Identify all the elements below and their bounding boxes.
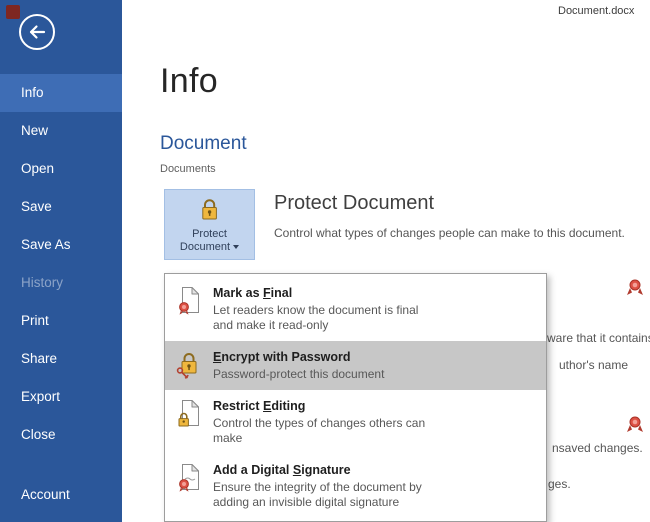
word-backstage-info: Document.docx Info New Open Save Save As… bbox=[0, 0, 650, 522]
menu-item-mark-as-final[interactable]: Mark as Final Let readers know the docum… bbox=[165, 277, 546, 341]
menu-item-description: Control the types of changes others can … bbox=[213, 416, 438, 446]
protect-document-button[interactable]: Protect Document bbox=[164, 189, 255, 260]
menu-item-description: Let readers know the document is final a… bbox=[213, 303, 438, 333]
sidebar-item-info[interactable]: Info bbox=[0, 74, 122, 112]
protect-section-title: Protect Document bbox=[274, 192, 434, 215]
sidebar-item-account[interactable]: Account bbox=[0, 476, 122, 514]
seal-icon-partial bbox=[627, 278, 643, 301]
menu-item-title: Encrypt with Password bbox=[213, 349, 384, 365]
menu-item-add-digital-signature[interactable]: Add a Digital Signature Ensure the integ… bbox=[165, 454, 546, 518]
sidebar-item-new[interactable]: New bbox=[0, 112, 122, 150]
encrypt-with-password-icon bbox=[174, 349, 204, 379]
back-button[interactable] bbox=[17, 12, 57, 52]
menu-item-description: Ensure the integrity of the document by … bbox=[213, 480, 459, 510]
protect-document-menu: Mark as Final Let readers know the docum… bbox=[164, 273, 547, 522]
menu-item-encrypt-with-password[interactable]: Encrypt with Password Password-protect t… bbox=[165, 341, 546, 390]
sidebar-item-save-as[interactable]: Save As bbox=[0, 226, 122, 264]
sidebar-item-history: History bbox=[0, 264, 122, 302]
back-arrow-icon bbox=[17, 12, 57, 52]
menu-item-restrict-editing[interactable]: Restrict Editing Control the types of ch… bbox=[165, 390, 546, 454]
inspect-description-fragment: ware that it contains: bbox=[547, 331, 650, 345]
menu-item-title: Add a Digital Signature bbox=[213, 462, 459, 478]
sidebar: Info New Open Save Save As History Print… bbox=[0, 0, 122, 522]
sidebar-item-print[interactable]: Print bbox=[0, 302, 122, 340]
mark-as-final-icon bbox=[174, 285, 204, 315]
protect-lock-icon bbox=[196, 196, 223, 226]
seal-icon-partial bbox=[627, 415, 643, 438]
protect-button-label: Protect Document bbox=[180, 228, 239, 254]
document-heading: Document bbox=[160, 133, 247, 155]
sidebar-item-close[interactable]: Close bbox=[0, 416, 122, 454]
page-title: Info bbox=[160, 62, 218, 101]
restrict-editing-icon bbox=[174, 398, 204, 428]
add-digital-signature-icon bbox=[174, 462, 204, 492]
author-bullet-fragment: uthor's name bbox=[559, 358, 628, 372]
menu-item-description: Password-protect this document bbox=[213, 367, 384, 382]
menu-item-title: Restrict Editing bbox=[213, 398, 438, 414]
sidebar-item-open[interactable]: Open bbox=[0, 150, 122, 188]
manage-description-fragment: nsaved changes. bbox=[552, 441, 643, 455]
sidebar-item-share[interactable]: Share bbox=[0, 340, 122, 378]
sidebar-nav: Info New Open Save Save As History Print… bbox=[0, 74, 122, 454]
app-icon bbox=[6, 5, 20, 19]
dropdown-caret-icon bbox=[233, 245, 239, 249]
sidebar-item-export[interactable]: Export bbox=[0, 378, 122, 416]
document-path: Documents bbox=[160, 163, 216, 175]
unsaved-changes-fragment: ges. bbox=[548, 477, 571, 491]
menu-item-title: Mark as Final bbox=[213, 285, 438, 301]
sidebar-item-save[interactable]: Save bbox=[0, 188, 122, 226]
document-title: Document.docx bbox=[558, 5, 634, 17]
protect-section-description: Control what types of changes people can… bbox=[274, 226, 625, 241]
